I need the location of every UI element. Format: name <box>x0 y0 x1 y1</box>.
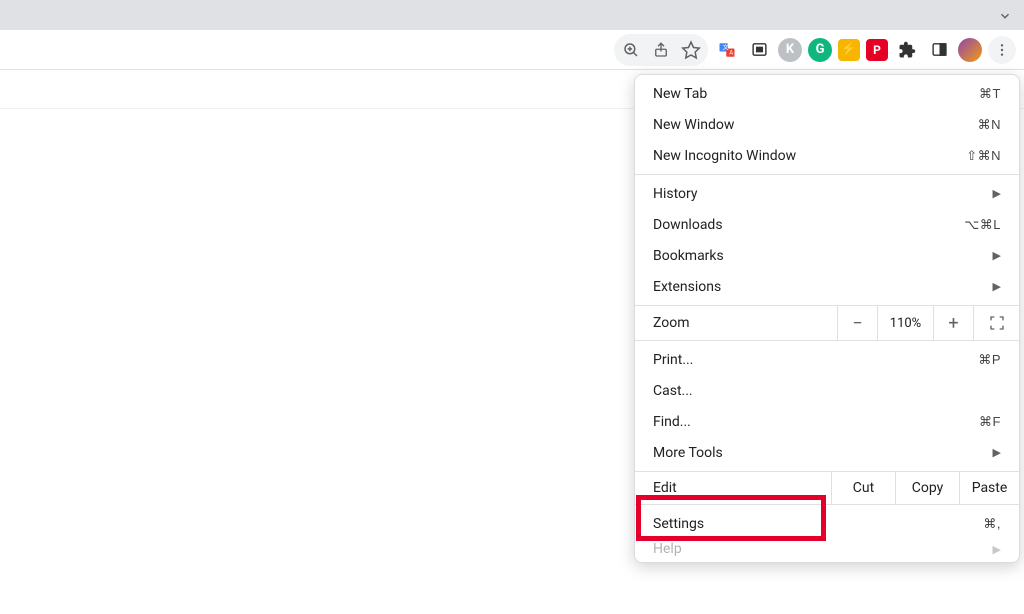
zoom-in-button[interactable]: + <box>933 305 973 341</box>
zoom-out-button[interactable]: − <box>837 305 877 341</box>
menu-new-tab-label: New Tab <box>653 86 979 102</box>
menu-find[interactable]: Find... ⌘F <box>635 406 1019 437</box>
menu-help-label: Help <box>653 541 987 557</box>
reader-icon[interactable] <box>746 37 772 63</box>
menu-incognito-shortcut: ⇧⌘N <box>966 148 1001 164</box>
menu-help[interactable]: Help ▶ <box>635 539 1019 559</box>
menu-extensions[interactable]: Extensions ▶ <box>635 271 1019 302</box>
translate-extension-icon[interactable]: 文A <box>714 37 740 63</box>
extension-k-label: K <box>786 42 794 57</box>
profile-avatar[interactable] <box>958 38 982 62</box>
fullscreen-button[interactable] <box>973 305 1019 341</box>
pinterest-label: P <box>873 43 881 57</box>
menu-find-shortcut: ⌘F <box>979 414 1001 430</box>
menu-zoom-row: Zoom − 110% + <box>635 305 1019 341</box>
extensions-puzzle-icon[interactable] <box>894 37 920 63</box>
menu-bookmarks[interactable]: Bookmarks ▶ <box>635 240 1019 271</box>
grammarly-label: G <box>816 42 825 57</box>
copy-label: Copy <box>912 480 944 496</box>
menu-cast-label: Cast... <box>653 383 1001 399</box>
submenu-arrow-icon: ▶ <box>993 543 1001 556</box>
menu-downloads[interactable]: Downloads ⌥⌘L <box>635 209 1019 240</box>
extension-k-icon[interactable]: K <box>778 38 802 62</box>
chrome-menu: New Tab ⌘T New Window ⌘N New Incognito W… <box>634 74 1020 563</box>
menu-extensions-label: Extensions <box>653 279 987 295</box>
menu-kebab-icon[interactable] <box>988 36 1016 64</box>
menu-new-window-label: New Window <box>653 117 978 133</box>
plus-icon: + <box>948 313 958 334</box>
submenu-arrow-icon: ▶ <box>993 249 1001 262</box>
svg-text:A: A <box>729 49 733 56</box>
cut-label: Cut <box>853 480 874 496</box>
svg-text:文: 文 <box>723 43 729 51</box>
menu-find-label: Find... <box>653 414 979 430</box>
submenu-arrow-icon: ▶ <box>993 280 1001 293</box>
chevron-down-icon[interactable] <box>998 8 1012 27</box>
menu-incognito[interactable]: New Incognito Window ⇧⌘N <box>635 140 1019 171</box>
menu-new-window-shortcut: ⌘N <box>978 117 1001 133</box>
extension-yellow-label: ⚡ <box>841 42 857 57</box>
menu-downloads-shortcut: ⌥⌘L <box>964 217 1001 233</box>
menu-more-tools-label: More Tools <box>653 445 987 461</box>
minus-icon: − <box>852 313 862 334</box>
menu-new-tab-shortcut: ⌘T <box>979 86 1001 102</box>
paste-label: Paste <box>972 480 1008 496</box>
submenu-arrow-icon: ▶ <box>993 187 1001 200</box>
menu-settings-label: Settings <box>653 516 983 532</box>
menu-downloads-label: Downloads <box>653 217 964 233</box>
menu-bookmarks-label: Bookmarks <box>653 248 987 264</box>
menu-edit-row: Edit Cut Copy Paste <box>635 471 1019 505</box>
submenu-arrow-icon: ▶ <box>993 446 1001 459</box>
menu-print[interactable]: Print... ⌘P <box>635 344 1019 375</box>
menu-new-tab[interactable]: New Tab ⌘T <box>635 78 1019 109</box>
menu-more-tools[interactable]: More Tools ▶ <box>635 437 1019 468</box>
star-icon[interactable] <box>678 37 704 63</box>
grammarly-icon[interactable]: G <box>808 38 832 62</box>
menu-new-window[interactable]: New Window ⌘N <box>635 109 1019 140</box>
menu-history[interactable]: History ▶ <box>635 178 1019 209</box>
menu-incognito-label: New Incognito Window <box>653 148 966 164</box>
browser-toolbar: 文A K G ⚡ P <box>0 30 1024 70</box>
extension-yellow-icon[interactable]: ⚡ <box>838 39 860 61</box>
address-actions-pill <box>614 34 708 66</box>
menu-zoom-label: Zoom <box>635 315 837 331</box>
cut-button[interactable]: Cut <box>831 471 895 505</box>
zoom-percentage: 110% <box>877 305 933 341</box>
pinterest-icon[interactable]: P <box>866 39 888 61</box>
menu-settings-shortcut: ⌘, <box>983 516 1001 532</box>
menu-print-label: Print... <box>653 352 978 368</box>
menu-print-shortcut: ⌘P <box>978 352 1001 368</box>
copy-button[interactable]: Copy <box>895 471 959 505</box>
window-titlebar <box>0 0 1024 30</box>
menu-edit-label: Edit <box>635 480 831 496</box>
paste-button[interactable]: Paste <box>959 471 1019 505</box>
zoom-icon[interactable] <box>618 37 644 63</box>
menu-settings[interactable]: Settings ⌘, <box>635 508 1019 539</box>
menu-history-label: History <box>653 186 987 202</box>
sidepanel-icon[interactable] <box>926 37 952 63</box>
share-icon[interactable] <box>648 37 674 63</box>
menu-cast[interactable]: Cast... <box>635 375 1019 406</box>
